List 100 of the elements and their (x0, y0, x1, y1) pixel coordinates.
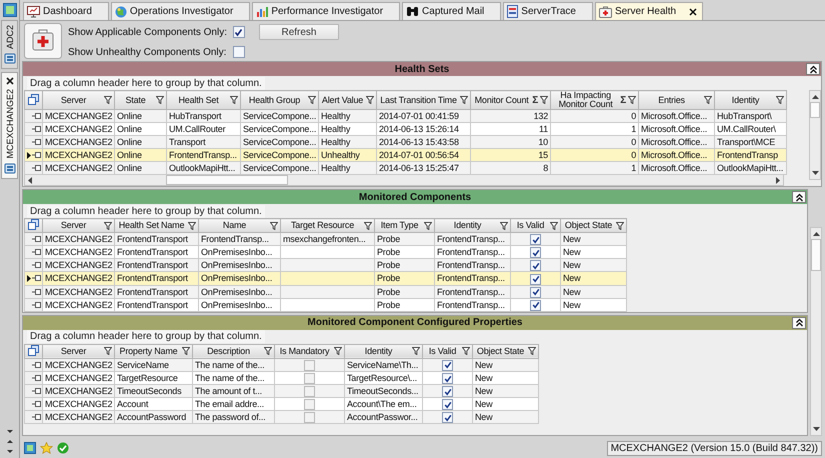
checkbox[interactable] (304, 386, 315, 397)
filter-icon[interactable] (424, 222, 432, 230)
sum-symbol[interactable]: Σ (620, 94, 626, 106)
table-row[interactable]: MCEXCHANGE2 AccountPassword The password of... AccountPasswor... New (24, 410, 538, 424)
star-icon[interactable] (40, 442, 53, 454)
filter-icon[interactable] (540, 96, 548, 104)
checkbox[interactable] (442, 360, 453, 370)
window-icon[interactable] (2, 3, 16, 17)
column-header[interactable]: Monitor Count Σ (470, 90, 550, 110)
collapse-button[interactable] (792, 191, 806, 203)
tab[interactable]: Server Health (594, 2, 704, 20)
filter-icon[interactable] (364, 222, 372, 230)
checkbox[interactable] (442, 399, 453, 410)
collapse-button[interactable] (792, 316, 806, 329)
filter-icon[interactable] (366, 96, 374, 104)
side-tab[interactable]: MCEXCHANGE2 (1, 72, 18, 179)
scroll-down-icon[interactable] (812, 427, 820, 432)
scroll-up-icon[interactable] (6, 439, 14, 444)
table-row[interactable]: MCEXCHANGE2 ServiceName The name of the... ServiceName\Th... New (24, 358, 538, 372)
column-header[interactable]: Item Type (374, 218, 434, 232)
filter-icon[interactable] (230, 96, 238, 104)
column-header[interactable]: Property Name (114, 344, 192, 358)
column-chooser-icon[interactable] (28, 219, 39, 230)
filter-icon[interactable] (188, 222, 196, 230)
filter-icon[interactable] (104, 222, 112, 230)
window-icon[interactable] (24, 442, 36, 454)
filter-icon[interactable] (104, 96, 112, 104)
vertical-scrollbar[interactable] (810, 227, 822, 436)
column-header[interactable]: Object State (472, 344, 538, 358)
horizontal-scrollbar[interactable] (24, 175, 784, 186)
table-row[interactable]: MCEXCHANGE2 FrontendTransport OnPremisesInbo... Probe FrontendTransp... New (24, 272, 626, 285)
table-row[interactable]: MCEXCHANGE2 TimeoutSeconds The amount of t... TimeoutSeconds... New (24, 384, 538, 398)
scroll-up-icon[interactable] (812, 94, 818, 99)
column-header[interactable]: Health Group (240, 90, 318, 110)
filter-icon[interactable] (270, 222, 278, 230)
checkbox[interactable] (442, 373, 453, 384)
column-header[interactable]: Last Transition Time (376, 90, 470, 110)
column-header[interactable]: Alert Value (318, 90, 376, 110)
column-chooser-icon[interactable] (28, 344, 39, 356)
filter-icon[interactable] (334, 347, 342, 356)
table-row[interactable]: MCEXCHANGE2 FrontendTransport OnPremisesInbo... Probe FrontendTransp... New (24, 258, 626, 272)
tab[interactable]: ServerTrace (503, 2, 593, 20)
checkbox[interactable] (442, 386, 453, 397)
sum-symbol[interactable]: Σ (532, 94, 538, 106)
filter-icon[interactable] (704, 96, 712, 104)
scroll-up-icon[interactable] (812, 231, 820, 236)
column-header[interactable]: Server (42, 90, 114, 110)
collapse-button[interactable] (806, 63, 820, 75)
filter-icon[interactable] (308, 96, 316, 104)
table-row[interactable]: MCEXCHANGE2 FrontendTransport OnPremisesInbo... Probe FrontendTransp... New (24, 285, 626, 298)
scroll-thumb[interactable] (811, 239, 821, 271)
checkbox[interactable] (530, 274, 541, 284)
column-header[interactable]: Identity (434, 218, 510, 232)
checkbox[interactable] (442, 412, 453, 423)
checkbox[interactable] (530, 260, 541, 271)
column-header[interactable]: Is Valid (422, 344, 472, 358)
close-icon[interactable] (689, 8, 698, 16)
filter-icon[interactable] (104, 347, 112, 356)
filter-icon[interactable] (462, 347, 470, 356)
column-header[interactable]: Is Mandatory (274, 344, 344, 358)
scroll-down-icon[interactable] (812, 171, 818, 176)
table-row[interactable]: MCEXCHANGE2 Online HubTransport ServiceCompone... Healthy 2014-07-01 00:41:59 132 0 Microsoft.Office... HubTransport\ (24, 110, 786, 122)
check-circle-icon[interactable] (57, 442, 69, 454)
filter-icon[interactable] (616, 222, 624, 230)
scroll-right-icon[interactable] (775, 176, 780, 184)
checkbox[interactable] (232, 46, 245, 58)
vertical-scrollbar[interactable] (809, 90, 821, 180)
checkbox[interactable] (530, 234, 541, 245)
checkbox[interactable] (530, 286, 541, 298)
column-header[interactable]: Object State (560, 218, 626, 232)
scroll-thumb[interactable] (810, 102, 820, 118)
filter-icon[interactable] (550, 222, 558, 230)
checkbox[interactable] (304, 360, 315, 370)
column-chooser-icon[interactable] (28, 94, 39, 104)
filter-icon[interactable] (156, 96, 164, 104)
filter-icon[interactable] (500, 222, 508, 230)
column-header[interactable]: Entries (638, 90, 714, 110)
checkbox[interactable] (530, 300, 541, 310)
column-header[interactable]: Name (198, 218, 280, 232)
scroll-down-icon[interactable] (6, 429, 14, 434)
scroll-down-icon[interactable] (6, 449, 14, 454)
close-icon[interactable] (6, 77, 14, 86)
column-header[interactable]: Identity (344, 344, 422, 358)
checkbox[interactable] (304, 412, 315, 423)
column-header[interactable]: Description (192, 344, 274, 358)
filter-icon[interactable] (182, 347, 190, 356)
checkbox[interactable] (304, 399, 315, 410)
filter-icon[interactable] (628, 96, 636, 104)
scroll-thumb[interactable] (166, 175, 288, 185)
table-row[interactable]: MCEXCHANGE2 FrontendTransport OnPremisesInbo... Probe FrontendTransp... New (24, 298, 626, 312)
side-tab[interactable]: ADC2 (1, 20, 18, 70)
column-header[interactable]: Target Resource (280, 218, 374, 232)
column-header[interactable]: State (114, 90, 166, 110)
filter-icon[interactable] (460, 96, 468, 104)
tab[interactable]: Operations Investigator (110, 2, 250, 20)
filter-icon[interactable] (412, 347, 420, 356)
checkbox[interactable] (530, 247, 541, 258)
column-header[interactable]: Health Set Name (114, 218, 198, 232)
column-header[interactable]: Health Set (166, 90, 240, 110)
table-row[interactable]: MCEXCHANGE2 Online OutlookMapiHtt... ServiceCompone... Healthy 2014-06-13 15:25:47 8 1 Microsoft.Office... OutlookMapiHtt... (24, 162, 786, 174)
